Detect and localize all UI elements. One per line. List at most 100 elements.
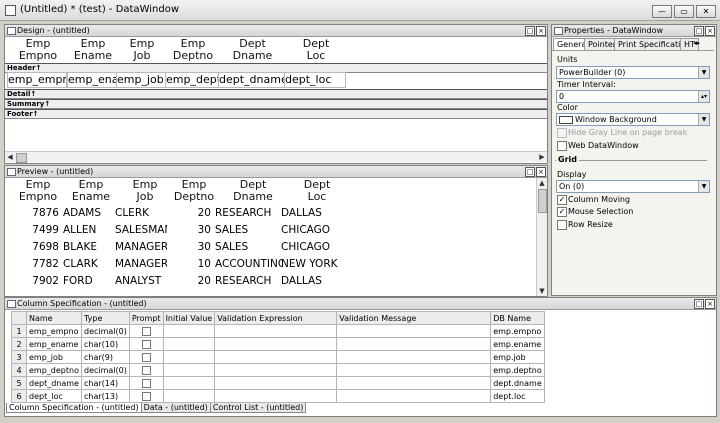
design-detail-field[interactable]: dept_loc [284,72,346,88]
table-cell[interactable]: decimal(0) [80,363,130,377]
column-header[interactable]: Validation Message [336,311,492,325]
table-cell[interactable]: emp.empno [490,324,545,338]
preview-cell[interactable]: BLAKE [63,239,111,256]
table-row[interactable]: 2 emp_ename char(10) emp.ename [11,337,545,351]
color-select[interactable]: Window Background ▼ [556,113,710,126]
properties-close-button[interactable]: × [705,26,715,36]
table-row[interactable]: 5 dept_dname char(14) dept.dname [11,376,545,390]
prompt-checkbox[interactable] [141,326,151,336]
table-cell[interactable] [162,376,216,390]
preview-cell[interactable]: ALLEN [63,222,111,239]
preview-cell[interactable]: NEW YORK [281,256,345,273]
preview-cell[interactable]: 20 [169,205,211,222]
table-cell[interactable]: char(13) [80,389,130,403]
preview-cell[interactable]: MANAGER [115,239,167,256]
preview-header-label[interactable]: Emp Empno [9,179,67,203]
row-resize-checkbox[interactable] [557,220,567,230]
prompt-cell[interactable] [128,389,164,403]
table-cell[interactable] [336,376,492,390]
table-cell[interactable] [162,337,216,351]
preview-cell[interactable]: 7499 [9,222,59,239]
spec-restore-button[interactable]: □ [694,299,704,309]
design-detail-field[interactable]: emp_deptno [165,72,219,88]
preview-cell[interactable]: 7698 [9,239,59,256]
table-cell[interactable]: char(10) [80,337,130,351]
design-horizontal-scrollbar[interactable]: ◀ ▶ [5,151,547,163]
table-cell[interactable]: emp_empno [26,324,82,338]
table-row[interactable]: 1 emp_empno decimal(0) emp.empno [11,324,545,338]
table-cell[interactable] [214,376,338,390]
table-cell[interactable]: dept.loc [490,389,545,403]
preview-header-label[interactable]: Dept Dname [215,179,291,203]
design-header-label[interactable]: Emp Job [118,38,166,62]
restore-button[interactable]: ▭ [674,5,694,18]
chevron-down-icon[interactable]: ▼ [698,181,709,192]
design-header-label[interactable]: Emp Empno [9,38,67,62]
table-cell[interactable]: dept_dname [26,376,82,390]
table-row[interactable]: 3 emp_job char(9) emp.job [11,350,545,364]
preview-cell[interactable]: FORD [63,273,111,290]
design-detail-field[interactable]: dept_dname [218,72,285,88]
design-header-label[interactable]: Emp Deptno [167,38,219,62]
preview-cell[interactable]: ANALYST [115,273,167,290]
column-header[interactable]: Type [80,311,130,325]
tab-control-list[interactable]: Control List - (untitled) [209,403,307,413]
column-header[interactable]: Name [26,311,82,325]
table-cell[interactable]: emp.ename [490,337,545,351]
scroll-down-icon[interactable]: ▼ [537,286,547,296]
design-close-button[interactable]: × [536,26,546,36]
table-cell[interactable]: emp_job [26,350,82,364]
detail-band-bar[interactable]: Detail↑ [5,89,547,99]
table-row[interactable]: 6 dept_loc char(13) dept.loc [11,389,545,403]
prompt-checkbox[interactable] [141,378,151,388]
table-cell[interactable]: emp_ename [26,337,82,351]
hide-gray-line-checkbox[interactable] [557,128,567,138]
preview-restore-button[interactable]: □ [525,167,535,177]
spinner-icon[interactable]: ▴▾ [698,91,709,102]
table-cell[interactable] [214,324,338,338]
prompt-checkbox[interactable] [141,391,151,401]
preview-cell[interactable]: SALES [215,222,283,239]
web-datawindow-checkbox[interactable] [557,141,567,151]
column-header[interactable]: Validation Expression [214,311,338,325]
table-cell[interactable] [214,389,338,403]
table-cell[interactable]: emp_deptno [26,363,82,377]
scroll-thumb[interactable] [538,189,547,213]
tab-scroll-arrows[interactable]: ◂▸ [693,38,713,49]
timer-interval-input[interactable]: 0 ▴▾ [556,90,710,103]
table-cell[interactable] [162,363,216,377]
table-cell[interactable] [336,324,492,338]
preview-cell[interactable]: CHICAGO [281,222,345,239]
scroll-right-icon[interactable]: ▶ [537,152,547,162]
table-cell[interactable]: decimal(0) [80,324,130,338]
prompt-cell[interactable] [128,350,164,364]
table-cell[interactable]: emp.job [490,350,545,364]
table-cell[interactable]: char(14) [80,376,130,390]
preview-cell[interactable]: DALLAS [281,273,345,290]
summary-band-bar[interactable]: Summary↑ [5,99,547,109]
table-cell[interactable] [214,350,338,364]
table-cell[interactable] [214,337,338,351]
preview-cell[interactable]: CHICAGO [281,239,345,256]
spec-close-button[interactable]: × [705,299,715,309]
table-cell[interactable]: emp.deptno [490,363,545,377]
preview-close-button[interactable]: × [536,167,546,177]
footer-band-bar[interactable]: Footer↑ [5,109,547,119]
table-cell[interactable]: char(9) [80,350,130,364]
preview-header-label[interactable]: Dept Loc [281,179,353,203]
design-header-label[interactable]: Dept Dname [220,38,285,62]
preview-cell[interactable]: SALES [215,239,283,256]
preview-cell[interactable]: RESEARCH [215,273,283,290]
design-header-label[interactable]: Emp Ename [69,38,117,62]
preview-header-label[interactable]: Emp Ename [63,179,119,203]
preview-cell[interactable]: MANAGER [115,256,167,273]
preview-cell[interactable]: 7876 [9,205,59,222]
table-cell[interactable]: dept.dname [490,376,545,390]
column-header[interactable]: Prompt [128,311,164,325]
mouse-selection-checkbox[interactable]: ✓ [557,207,567,217]
table-cell[interactable] [162,324,216,338]
close-button[interactable]: ✕ [696,5,716,18]
table-cell[interactable] [162,389,216,403]
prompt-cell[interactable] [128,324,164,338]
preview-cell[interactable]: CLERK [115,205,167,222]
